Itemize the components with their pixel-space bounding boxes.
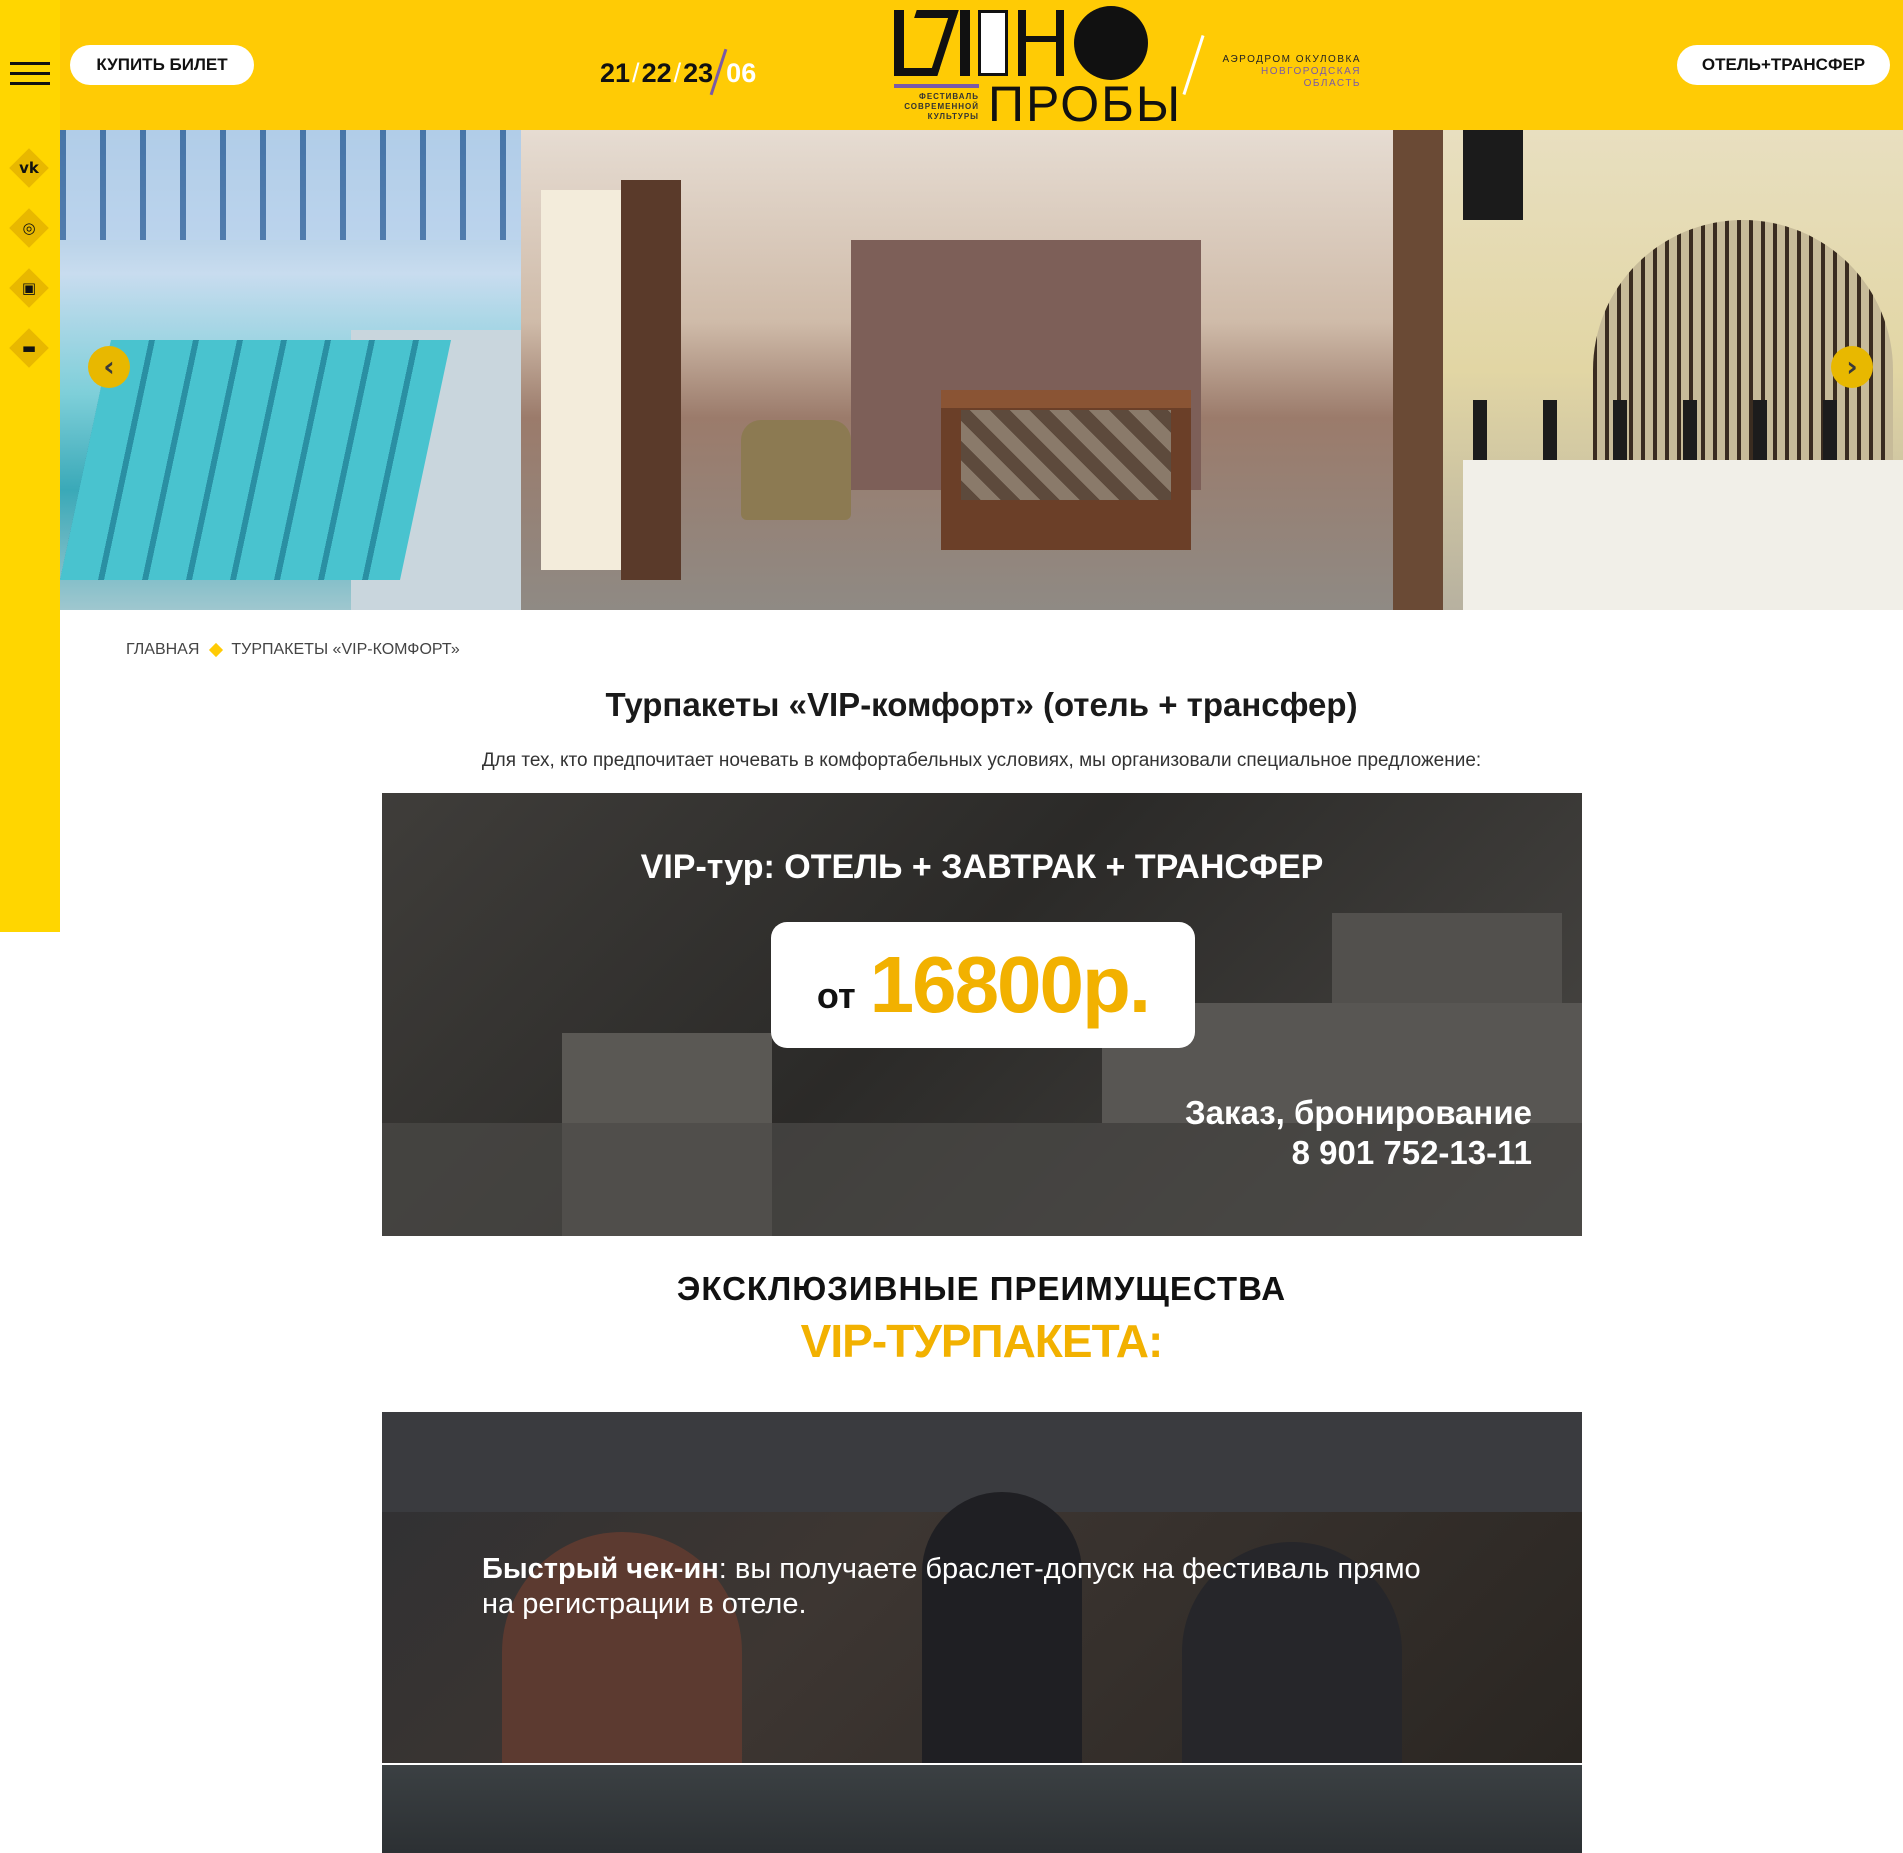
date-day-1: 21	[600, 58, 631, 88]
slider-next-arrow-icon[interactable]: ›	[1831, 346, 1873, 388]
booking-phone[interactable]: 8 901 752-13-11	[1185, 1133, 1532, 1173]
buy-ticket-button[interactable]: КУПИТЬ БИЛЕТ	[70, 45, 254, 85]
festival-location: АЭРОДРОМ ОКУЛОВКА НОВГОРОДСКАЯ ОБЛАСТЬ	[1208, 54, 1361, 90]
price-box: от 16800р.	[771, 922, 1195, 1048]
price-from-label: от	[816, 975, 856, 1016]
advantage-bold: Быстрый чек-ин	[482, 1553, 719, 1585]
advantages-subtitle: VIP-ТУРПАКЕТА:	[800, 1315, 1164, 1367]
breadcrumb: ГЛАВНАЯ ТУРПАКЕТЫ «VIP-КОМФОРТ»	[126, 641, 460, 659]
car-glyph: ▬	[21, 339, 37, 357]
kino-probi-logo[interactable]: ФЕСТИВАЛЬ СОВРЕМЕННОЙ КУЛЬТУРЫ ПРОБЫ	[830, 4, 1200, 132]
breadcrumb-current: ТУРПАКЕТЫ «VIP-КОМФОРТ»	[231, 641, 460, 658]
hotel-transfer-button[interactable]: ОТЕЛЬ+ТРАНСФЕР	[1677, 45, 1890, 85]
vk-glyph: vk	[19, 159, 39, 177]
breadcrumb-home-link[interactable]: ГЛАВНАЯ	[126, 641, 199, 659]
left-sidebar: vk ◎ ▣ ▬	[0, 0, 60, 932]
vk-icon[interactable]: vk	[9, 148, 49, 188]
instagram-icon[interactable]: ◎	[9, 208, 49, 248]
logo-subtitle-line3: КУЛЬТУРЫ	[927, 112, 979, 121]
offer-title: VIP-тур: ОТЕЛЬ + ЗАВТРАК + ТРАНСФЕР	[640, 848, 1324, 886]
page-title: Турпакеты «VIP-комфорт» (отель + трансфе…	[605, 686, 1358, 723]
advantage-card: Быстрый чек-ин: вы получаете браслет-доп…	[382, 1412, 1582, 1763]
slider-prev-arrow-icon[interactable]: ‹	[88, 346, 130, 388]
location-line2: НОВГОРОДСКАЯ ОБЛАСТЬ	[1260, 66, 1361, 89]
hotel-photo-slider	[60, 130, 1903, 610]
site-header: КУПИТЬ БИЛЕТ 21/22/23 06 ФЕСТИВАЛЬ СОВРЕМ…	[60, 0, 1903, 130]
date-day-3: 23	[683, 58, 714, 88]
advantages-title: ЭКСКЛЮЗИВНЫЕ ПРЕИМУЩЕСТВА	[676, 1270, 1287, 1307]
ticket-icon[interactable]: ▣	[9, 268, 49, 308]
logo-subtitle-line1: ФЕСТИВАЛЬ	[919, 92, 979, 101]
vip-offer-card: VIP-тур: ОТЕЛЬ + ЗАВТРАК + ТРАНСФЕР от 1…	[382, 793, 1582, 1236]
slide-room-photo	[521, 130, 1443, 610]
booking-contact: Заказ, бронирование 8 901 752-13-11	[1185, 1093, 1532, 1173]
logo-subtitle: ФЕСТИВАЛЬ СОВРЕМЕННОЙ КУЛЬТУРЫ	[894, 92, 979, 122]
instagram-glyph: ◎	[22, 219, 36, 237]
logo-word-probi: ПРОБЫ	[988, 76, 1183, 132]
location-line1: АЭРОДРОМ ОКУЛОВКА	[1222, 54, 1361, 65]
price-amount: 16800р.	[869, 940, 1152, 1029]
menu-hamburger-icon[interactable]	[10, 62, 50, 86]
page-intro: Для тех, кто предпочитает ночевать в ком…	[481, 750, 1482, 771]
car-icon[interactable]: ▬	[9, 328, 49, 368]
next-advantage-card	[382, 1765, 1582, 1853]
date-month: 06	[726, 58, 757, 88]
advantage-text: Быстрый чек-ин: вы получаете браслет-доп…	[482, 1552, 1422, 1622]
ticket-glyph: ▣	[21, 279, 37, 297]
logo-subtitle-line2: СОВРЕМЕННОЙ	[904, 102, 979, 111]
date-day-2: 22	[641, 58, 672, 88]
festival-dates: 21/22/23 06	[600, 48, 756, 96]
breadcrumb-separator-icon	[209, 642, 224, 658]
booking-label: Заказ, бронирование	[1184, 1094, 1532, 1131]
